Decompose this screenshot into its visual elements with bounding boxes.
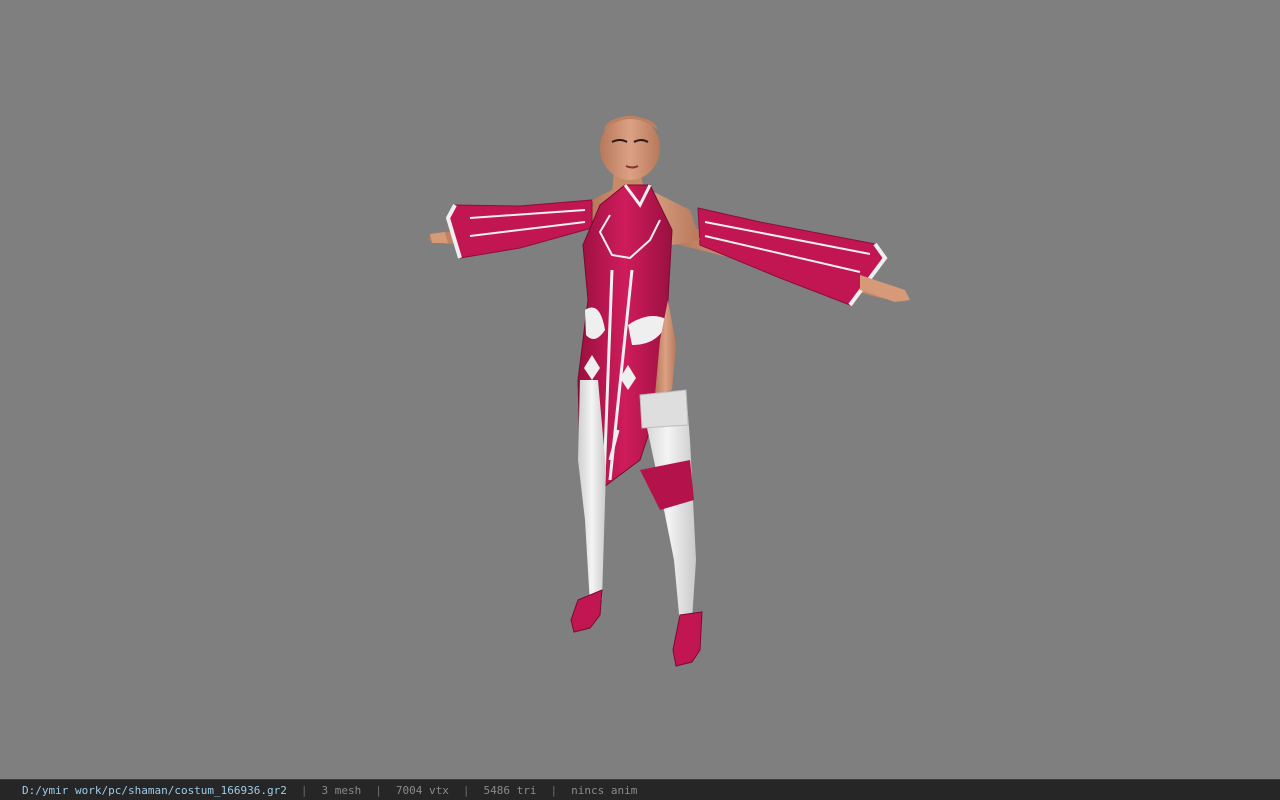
- character-model[interactable]: [0, 0, 1280, 779]
- triangle-count-label: 5486 tri: [483, 783, 537, 797]
- status-separator: |: [462, 783, 470, 797]
- file-path-label: D:/ymir work/pc/shaman/costum_166936.gr2: [22, 783, 287, 797]
- vertex-count-label: 7004 vtx: [395, 783, 449, 797]
- mesh-count-label: 3 mesh: [321, 783, 362, 797]
- status-bar: D:/ymir work/pc/shaman/costum_166936.gr2…: [0, 779, 1280, 800]
- status-separator: |: [375, 783, 382, 797]
- status-separator: |: [300, 783, 308, 797]
- left-arm: [428, 199, 600, 259]
- animation-status-label: nincs anim: [571, 783, 638, 797]
- status-separator: |: [550, 783, 558, 797]
- right-arm: [668, 207, 910, 307]
- head: [600, 116, 660, 180]
- 3d-viewport[interactable]: [0, 0, 1280, 779]
